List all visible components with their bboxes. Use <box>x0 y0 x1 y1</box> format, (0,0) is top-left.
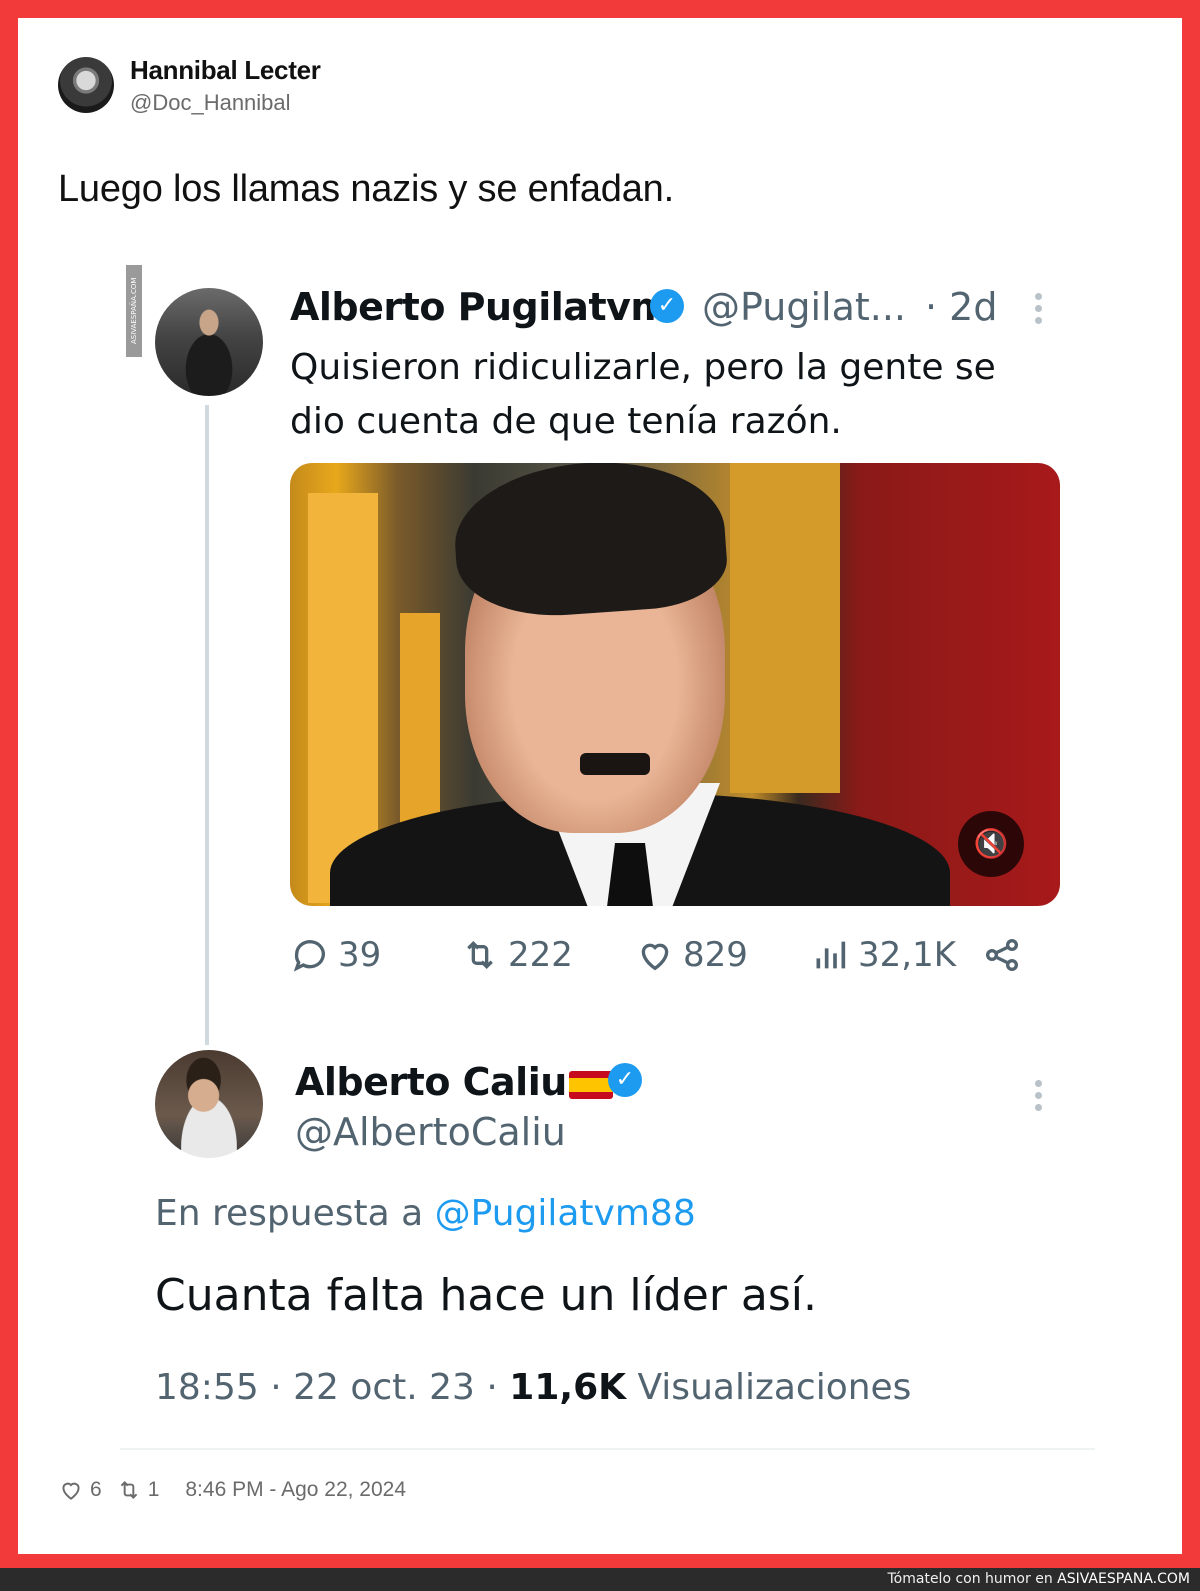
reply-tweet-time[interactable]: 18:55 · 22 oct. 23 · <box>155 1367 498 1408</box>
outer-author-handle[interactable]: @Doc_Hannibal <box>130 90 291 116</box>
views-icon <box>816 941 846 969</box>
retweet-icon <box>467 940 493 970</box>
reply-views-label: Visualizaciones <box>637 1367 912 1408</box>
outer-author-name[interactable]: Hannibal Lecter <box>130 55 321 86</box>
site-footer: Tómatelo con humor en ASIVAESPANA.COM <box>0 1568 1200 1591</box>
outer-retweet-count: 1 <box>147 1478 160 1501</box>
reply-tweet-text: Cuanta falta hace un líder así. <box>155 1270 818 1321</box>
like-button[interactable]: 829 <box>635 935 748 975</box>
share-button[interactable] <box>982 935 1022 975</box>
reply-author-handle[interactable]: @AlbertoCaliu <box>295 1110 566 1154</box>
share-icon <box>986 939 1018 971</box>
quoted-author-name[interactable]: Alberto Pugilatvm <box>290 285 670 329</box>
reply-author-name[interactable]: Alberto Caliu <box>295 1060 613 1104</box>
divider <box>120 1448 1095 1450</box>
reply-button[interactable]: 39 <box>290 935 381 975</box>
reply-context: En respuesta a @Pugilatvm88 <box>155 1193 696 1234</box>
retweet-button[interactable]: 222 <box>460 935 573 975</box>
reply-icon <box>293 940 325 972</box>
outer-like-button[interactable]: 6 <box>58 1477 102 1503</box>
quoted-tweet-age: · 2d <box>925 285 998 329</box>
views-count: 32,1K <box>858 935 956 975</box>
more-dots-icon[interactable] <box>1035 293 1043 329</box>
outer-like-count: 6 <box>90 1478 102 1501</box>
verified-badge-icon: ✓ <box>650 289 684 323</box>
reply-views-count: 11,6K <box>509 1367 627 1408</box>
mute-icon[interactable]: 🔇 <box>958 811 1024 877</box>
like-count: 829 <box>683 935 748 975</box>
thread-line <box>205 405 209 1045</box>
outer-author-avatar[interactable] <box>58 57 114 113</box>
video-thumbnail[interactable]: 🔇 <box>290 463 1060 906</box>
quoted-tweet-actions: 39 222 829 32,1K <box>290 935 1060 985</box>
reply-author-name-text: Alberto Caliu <box>295 1060 567 1104</box>
watermark: ASIVAESPAÑA.COM <box>126 265 142 357</box>
views-button[interactable]: 32,1K <box>810 935 956 975</box>
retweet-count: 222 <box>508 935 573 975</box>
reply-prefix: En respuesta a <box>155 1193 424 1234</box>
reply-author-avatar[interactable] <box>155 1050 263 1158</box>
verified-badge-icon: ✓ <box>608 1063 642 1097</box>
quoted-author-avatar[interactable] <box>155 288 263 396</box>
quoted-tweet-text: Quisieron ridiculizarle, pero la gente s… <box>290 347 996 442</box>
reply-tweet-meta: 18:55 · 22 oct. 23 · 11,6K Visualizacion… <box>155 1367 911 1408</box>
footer-prefix: Tómatelo con humor en <box>887 1571 1053 1587</box>
reply-mention-link[interactable]: @Pugilatvm88 <box>435 1193 696 1234</box>
quoted-author-handle[interactable]: @Pugilat... <box>702 285 906 329</box>
heart-icon <box>62 1482 80 1500</box>
footer-brand-link[interactable]: ASIVAESPANA.COM <box>1057 1571 1190 1587</box>
reply-count: 39 <box>338 935 382 975</box>
heart-icon <box>641 943 669 971</box>
outer-tweet-timestamp[interactable]: 8:46 PM - Ago 22, 2024 <box>185 1478 406 1502</box>
retweet-icon <box>120 1481 137 1499</box>
spain-flag-icon <box>568 1070 613 1099</box>
more-dots-icon[interactable] <box>1035 1080 1043 1116</box>
outer-tweet-text: Luego los llamas nazis y se enfadan. <box>58 168 674 210</box>
outer-tweet-footer: 6 1 8:46 PM - Ago 22, 2024 <box>58 1475 406 1505</box>
outer-retweet-button[interactable]: 1 <box>116 1477 160 1503</box>
embedded-screenshot: ASIVAESPAÑA.COM Alberto Pugilatvm ✓ @Pug… <box>120 255 1095 1450</box>
